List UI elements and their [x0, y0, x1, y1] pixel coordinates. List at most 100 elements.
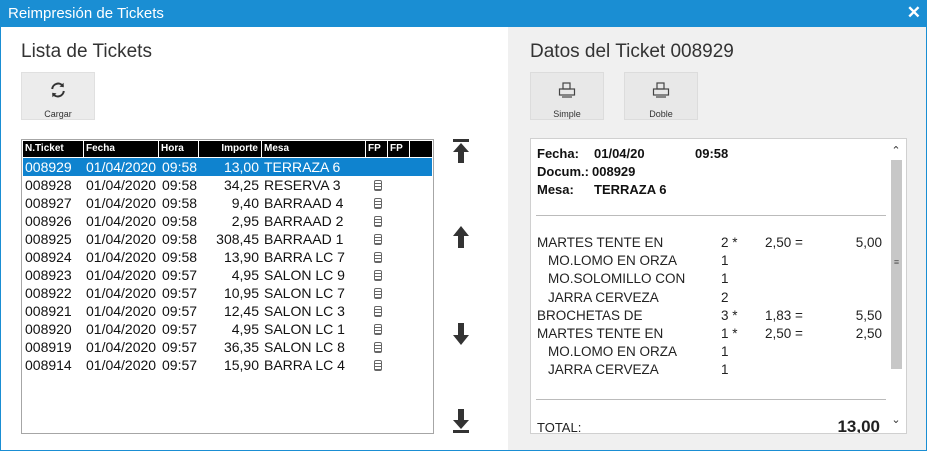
- date-cell: 01/04/2020: [86, 339, 157, 355]
- printer-icon: [531, 80, 603, 100]
- column-header-fp2[interactable]: FP: [388, 141, 410, 157]
- table-row[interactable]: 008922 01/04/2020 09:57 10,95 SALON LC 7: [23, 284, 432, 302]
- column-header-ticket[interactable]: N.Ticket: [23, 141, 84, 157]
- print-simple-button[interactable]: Simple: [530, 72, 604, 120]
- date-cell: 01/04/2020: [86, 249, 157, 265]
- ticket-list-title: Lista de Tickets: [21, 41, 152, 62]
- table-cell: RESERVA 3: [264, 177, 341, 193]
- scroll-thumb[interactable]: ≡: [891, 160, 902, 369]
- ticket-number-cell: 008928: [25, 177, 72, 193]
- down-button[interactable]: [449, 320, 473, 348]
- date-cell: 01/04/2020: [86, 357, 157, 373]
- table-row[interactable]: 008914 01/04/2020 09:57 15,90 BARRA LC 4: [23, 356, 432, 374]
- total-value: 13,00: [837, 417, 880, 434]
- ticket-detail-title: Datos del Ticket 008929: [530, 41, 734, 62]
- time-cell: 09:58: [162, 159, 198, 175]
- down-icon: [453, 323, 469, 345]
- last-icon: [453, 409, 469, 433]
- date-cell: 01/04/2020: [86, 177, 157, 193]
- date-cell: 01/04/2020: [86, 303, 157, 319]
- date-cell: 01/04/2020: [86, 321, 157, 337]
- time-cell: 09:57: [162, 267, 198, 283]
- table-cell: BARRAAD 2: [264, 213, 344, 229]
- column-header-fp1[interactable]: FP: [366, 141, 388, 157]
- column-header-table[interactable]: Mesa: [262, 141, 366, 157]
- table-cell: TERRAZA 6: [264, 159, 341, 175]
- up-button[interactable]: [449, 223, 473, 251]
- line-description: MARTES TENTE EN: [537, 326, 664, 341]
- table-row[interactable]: 008919 01/04/2020 09:57 36,35 SALON LC 8: [23, 338, 432, 356]
- line-description: JARRA CERVEZA: [548, 289, 659, 305]
- line-description: MO.SOLOMILLO CON: [548, 271, 686, 287]
- amount-cell: 12,45: [223, 303, 259, 319]
- ticket-number-cell: 008926: [25, 213, 72, 229]
- line-description: BROCHETAS DE: [537, 307, 643, 323]
- coins-icon: [374, 324, 382, 335]
- table-label: Mesa:: [537, 182, 574, 197]
- table-cell: SALON LC 1: [264, 321, 345, 337]
- table-row[interactable]: 008920 01/04/2020 09:57 4,95 SALON LC 1: [23, 320, 432, 338]
- time-cell: 09:58: [162, 195, 198, 211]
- column-header-date[interactable]: Fecha: [84, 141, 159, 157]
- amount-cell: 15,90: [223, 357, 259, 373]
- line-description: MO.LOMO EN ORZA: [548, 253, 678, 269]
- ticket-number-cell: 008923: [25, 267, 72, 283]
- scroll-up-icon[interactable]: ⌃: [888, 144, 904, 158]
- line-unit-price: 2,50 =: [765, 235, 803, 250]
- line-unit-price: 1,83 =: [765, 307, 803, 323]
- table-cell: BARRAAD 1: [264, 231, 344, 247]
- coins-icon: [374, 342, 382, 353]
- coins-icon: [374, 234, 382, 245]
- load-button[interactable]: Cargar: [21, 72, 95, 120]
- table-row[interactable]: 008923 01/04/2020 09:57 4,95 SALON LC 9: [23, 266, 432, 284]
- time-cell: 09:57: [162, 303, 198, 319]
- date-value: 01/04/20: [594, 146, 645, 161]
- ticket-list-panel: Lista de Tickets Cargar N.Ticket Fecha H…: [1, 27, 508, 450]
- amount-cell: 2,95: [231, 213, 259, 229]
- last-button[interactable]: [449, 407, 473, 435]
- ticket-scrollbar[interactable]: ⌃ ≡ ⌄: [888, 142, 904, 428]
- ticket-table[interactable]: N.Ticket Fecha Hora Importe Mesa FP FP 0…: [21, 139, 434, 434]
- print-double-button[interactable]: Doble: [624, 72, 698, 120]
- ticket-preview[interactable]: Fecha: 01/04/20 09:58 Docum.: 008929 Mes…: [530, 138, 907, 434]
- table-header: N.Ticket Fecha Hora Importe Mesa FP FP: [23, 141, 432, 157]
- column-header-amount[interactable]: Importe: [199, 141, 262, 157]
- amount-cell: 4,95: [231, 267, 259, 283]
- table-cell: BARRA LC 4: [264, 357, 345, 373]
- title-bar: Reimpresión de Tickets ✕: [0, 0, 927, 27]
- line-quantity: 1: [721, 253, 729, 269]
- table-row[interactable]: 008925 01/04/2020 09:58 308,45 BARRAAD 1: [23, 230, 432, 248]
- close-icon[interactable]: ✕: [907, 3, 921, 23]
- line-description: JARRA CERVEZA: [548, 362, 659, 378]
- scroll-down-icon[interactable]: ⌄: [888, 413, 904, 427]
- table-cell: SALON LC 3: [264, 303, 345, 319]
- column-header-time[interactable]: Hora: [159, 141, 199, 157]
- date-cell: 01/04/2020: [86, 159, 157, 175]
- time-cell: 09:57: [162, 357, 198, 373]
- table-row[interactable]: 008921 01/04/2020 09:57 12,45 SALON LC 3: [23, 302, 432, 320]
- line-unit-price: 2,50 =: [765, 326, 803, 341]
- first-button[interactable]: [449, 137, 473, 165]
- table-row[interactable]: 008929 01/04/2020 09:58 13,00 TERRAZA 6: [23, 158, 432, 176]
- ticket-number-cell: 008920: [25, 321, 72, 337]
- amount-cell: 13,00: [223, 159, 259, 175]
- coins-icon: [374, 360, 382, 371]
- line-total: 5,50: [855, 307, 882, 323]
- ticket-number-cell: 008919: [25, 339, 72, 355]
- ticket-number-cell: 008922: [25, 285, 72, 301]
- coins-icon: [374, 270, 382, 281]
- total-divider: [536, 399, 886, 400]
- first-icon: [453, 139, 469, 163]
- time-cell: 09:57: [162, 321, 198, 337]
- table-cell: SALON LC 7: [264, 285, 345, 301]
- table-row[interactable]: 008924 01/04/2020 09:58 13,90 BARRA LC 7: [23, 248, 432, 266]
- print-simple-label: Simple: [553, 109, 581, 119]
- line-quantity: 3 *: [721, 307, 738, 323]
- line-description: MO.LOMO EN ORZA: [548, 344, 678, 360]
- table-row[interactable]: 008926 01/04/2020 09:58 2,95 BARRAAD 2: [23, 212, 432, 230]
- amount-cell: 10,95: [223, 285, 259, 301]
- table-row[interactable]: 008928 01/04/2020 09:58 34,25 RESERVA 3: [23, 176, 432, 194]
- time-cell: 09:58: [162, 177, 198, 193]
- table-row[interactable]: 008927 01/04/2020 09:58 9,40 BARRAAD 4: [23, 194, 432, 212]
- date-label: Fecha:: [537, 146, 579, 161]
